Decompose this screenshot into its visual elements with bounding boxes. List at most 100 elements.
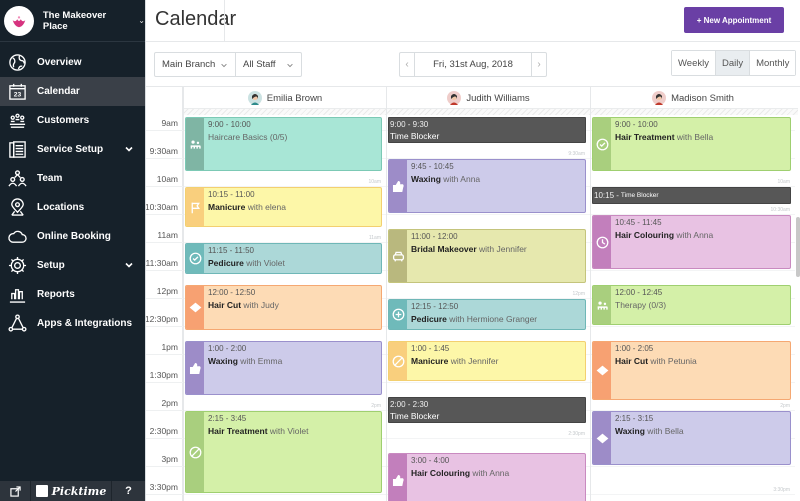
next-day-button[interactable]: › xyxy=(531,53,546,76)
check-circle-icon xyxy=(189,252,201,265)
appointment-description: Waxing with Anna xyxy=(411,174,582,184)
staff-select[interactable]: All Staff xyxy=(235,52,302,77)
minor-time-label: 2:30pm xyxy=(568,431,585,437)
sidebar-item-team[interactable]: Team xyxy=(0,164,145,193)
service-name: Waxing xyxy=(208,356,238,366)
appointment-card[interactable]: 1:00 - 2:00 Waxing with Emma xyxy=(185,341,382,395)
sidebar-item-label: Service Setup xyxy=(37,144,104,155)
time-label: 1:30pm xyxy=(149,370,178,380)
time-label: 10:30am xyxy=(146,202,178,212)
chevron-down-icon xyxy=(124,144,134,154)
appointment-description: Hair Treatment with Violet xyxy=(208,426,378,436)
service-name: Pedicure xyxy=(411,314,447,324)
appointment-status-strip xyxy=(593,342,611,399)
appointment-card[interactable]: 12:15 - 12:50 Pedicure with Hermione Gran… xyxy=(388,299,586,330)
sidebar-item-label: Customers xyxy=(37,115,90,126)
grid-line xyxy=(146,158,183,159)
appointment-card[interactable]: 12:00 - 12:50 Hair Cut with Judy xyxy=(185,285,382,330)
sidebar-item-overview[interactable]: Overview xyxy=(0,48,145,77)
appointment-card[interactable]: 12:00 - 12:45 Therapy (0/3) xyxy=(592,285,791,325)
appointment-card[interactable]: 9:00 - 10:00 Haircare Basics (0/5) xyxy=(185,117,382,171)
appointment-time: 2:15 - 3:45 xyxy=(208,414,247,423)
help-button[interactable]: ? xyxy=(112,481,145,501)
view-weekly-button[interactable]: Weekly xyxy=(672,51,716,75)
appointment-card[interactable]: 2:15 - 3:15 Waxing with Bella xyxy=(592,411,791,465)
appointment-card[interactable]: 3:00 - 4:00 Hair Colouring with Anna xyxy=(388,453,586,501)
staff-column[interactable]: 10am 10:30am 2pm 3:30pm 9:00 - 10:00 Hair Tre… xyxy=(590,87,795,501)
appointment-detail: with elena xyxy=(245,202,286,212)
staff-column[interactable]: 10am 11am 2pm 9:00 - 10:00 Haircare Basics (… xyxy=(183,87,386,501)
sidebar-item-online-booking[interactable]: Online Booking xyxy=(0,222,145,251)
time-blocker[interactable]: 2:00 - 2:30 Time Blocker xyxy=(388,397,586,423)
external-link-icon xyxy=(9,485,21,497)
sidebar-item-apps-integrations[interactable]: Apps & Integrations xyxy=(0,309,145,338)
previous-day-button[interactable]: ‹ xyxy=(400,53,415,76)
external-link-button[interactable] xyxy=(0,481,31,501)
minor-time-label: 10am xyxy=(777,179,790,185)
time-blocker[interactable]: 10:15 - Time Blocker xyxy=(592,187,791,204)
current-date[interactable]: Fri, 31st Aug, 2018 xyxy=(415,53,531,76)
time-label: 3pm xyxy=(161,454,178,464)
service-name: Hair Colouring xyxy=(615,230,675,240)
appointment-detail: with Anna xyxy=(470,468,510,478)
minor-time-label: 9:30am xyxy=(568,151,585,157)
view-daily-button[interactable]: Daily xyxy=(715,51,751,75)
new-appointment-button[interactable]: + New Appointment xyxy=(684,7,784,33)
time-blocker[interactable]: 9:00 - 9:30 Time Blocker xyxy=(388,117,586,143)
appointment-time: 10:45 - 11:45 xyxy=(615,218,662,227)
appointment-time: 9:00 - 10:00 xyxy=(208,120,251,129)
grid-line xyxy=(146,326,183,327)
calendar-toolbar: Main Branch All Staff ‹ Fri, 31st Aug, 2… xyxy=(146,42,800,86)
grid-line xyxy=(387,214,590,215)
sidebar-item-locations[interactable]: Locations xyxy=(0,193,145,222)
appointment-card[interactable]: 1:00 - 2:05 Hair Cut with Petunia xyxy=(592,341,791,400)
appointment-status-strip xyxy=(593,118,611,170)
divider xyxy=(224,0,225,42)
staff-select-value: All Staff xyxy=(243,59,276,70)
sidebar-item-service-setup[interactable]: Service Setup xyxy=(0,135,145,164)
appointment-status-strip xyxy=(186,188,204,226)
grid-line xyxy=(146,186,183,187)
sidebar-item-customers[interactable]: Customers xyxy=(0,106,145,135)
appointment-card[interactable]: 10:15 - 11:00 Manicure with elena xyxy=(185,187,382,227)
grid-line xyxy=(146,242,183,243)
customers-icon xyxy=(7,111,27,131)
brand-logo xyxy=(4,5,34,36)
appointment-card[interactable]: 9:00 - 10:00 Hair Treatment with Bella xyxy=(592,117,791,171)
appointment-detail: Haircare Basics (0/5) xyxy=(208,132,288,142)
sidebar-item-label: Team xyxy=(37,173,63,184)
grid-line xyxy=(591,466,795,467)
flag-icon xyxy=(191,202,200,213)
appointment-card[interactable]: 11:00 - 12:00 Bridal Makeover with Jennif… xyxy=(388,229,586,283)
branch-select[interactable]: Main Branch xyxy=(154,52,236,77)
appointment-status-strip xyxy=(389,230,407,282)
thumbs-up-icon xyxy=(189,362,201,374)
appointment-card[interactable]: 1:00 - 1:45 Manicure with Jennifer xyxy=(388,341,586,381)
appointment-card[interactable]: 11:15 - 11:50 Pedicure with Violet xyxy=(185,243,382,274)
appointment-card[interactable]: 2:15 - 3:45 Hair Treatment with Violet xyxy=(185,411,382,493)
sidebar-item-calendar[interactable]: 23 Calendar xyxy=(0,77,145,106)
view-monthly-button[interactable]: Monthly xyxy=(750,51,796,75)
blocked-icon xyxy=(392,355,404,367)
appointment-detail: with Violet xyxy=(267,426,309,436)
appointment-card[interactable]: 10:45 - 11:45 Hair Colouring with Anna xyxy=(592,215,791,269)
bar-chart-icon xyxy=(7,285,27,305)
thumbs-up-icon xyxy=(392,474,404,486)
ticket-icon xyxy=(189,302,201,313)
business-switcher[interactable]: The Makeover Place ⌄ xyxy=(0,0,145,42)
blocker-time: 2:00 - 2:30 xyxy=(390,400,429,409)
staff-column[interactable]: 9:30am 12pm 2:30pm 9:00 - 9:30 Time Blocker 9… xyxy=(386,87,590,501)
sidebar-item-reports[interactable]: Reports xyxy=(0,280,145,309)
team-icon xyxy=(7,169,27,189)
sidebar-item-setup[interactable]: Setup xyxy=(0,251,145,280)
appointment-detail: with Judy xyxy=(241,300,279,310)
appointment-time: 1:00 - 2:05 xyxy=(615,344,654,353)
picktime-logo[interactable]: Picktime xyxy=(31,481,112,501)
gear-icon xyxy=(7,256,27,276)
appointment-description: Pedicure with Hermione Granger xyxy=(411,314,582,324)
appointment-status-strip xyxy=(186,244,204,273)
appointment-card[interactable]: 9:45 - 10:45 Waxing with Anna xyxy=(388,159,586,213)
appointment-status-strip xyxy=(389,454,407,501)
service-name: Hair Cut xyxy=(615,356,649,366)
vertical-scrollbar[interactable] xyxy=(796,217,800,277)
